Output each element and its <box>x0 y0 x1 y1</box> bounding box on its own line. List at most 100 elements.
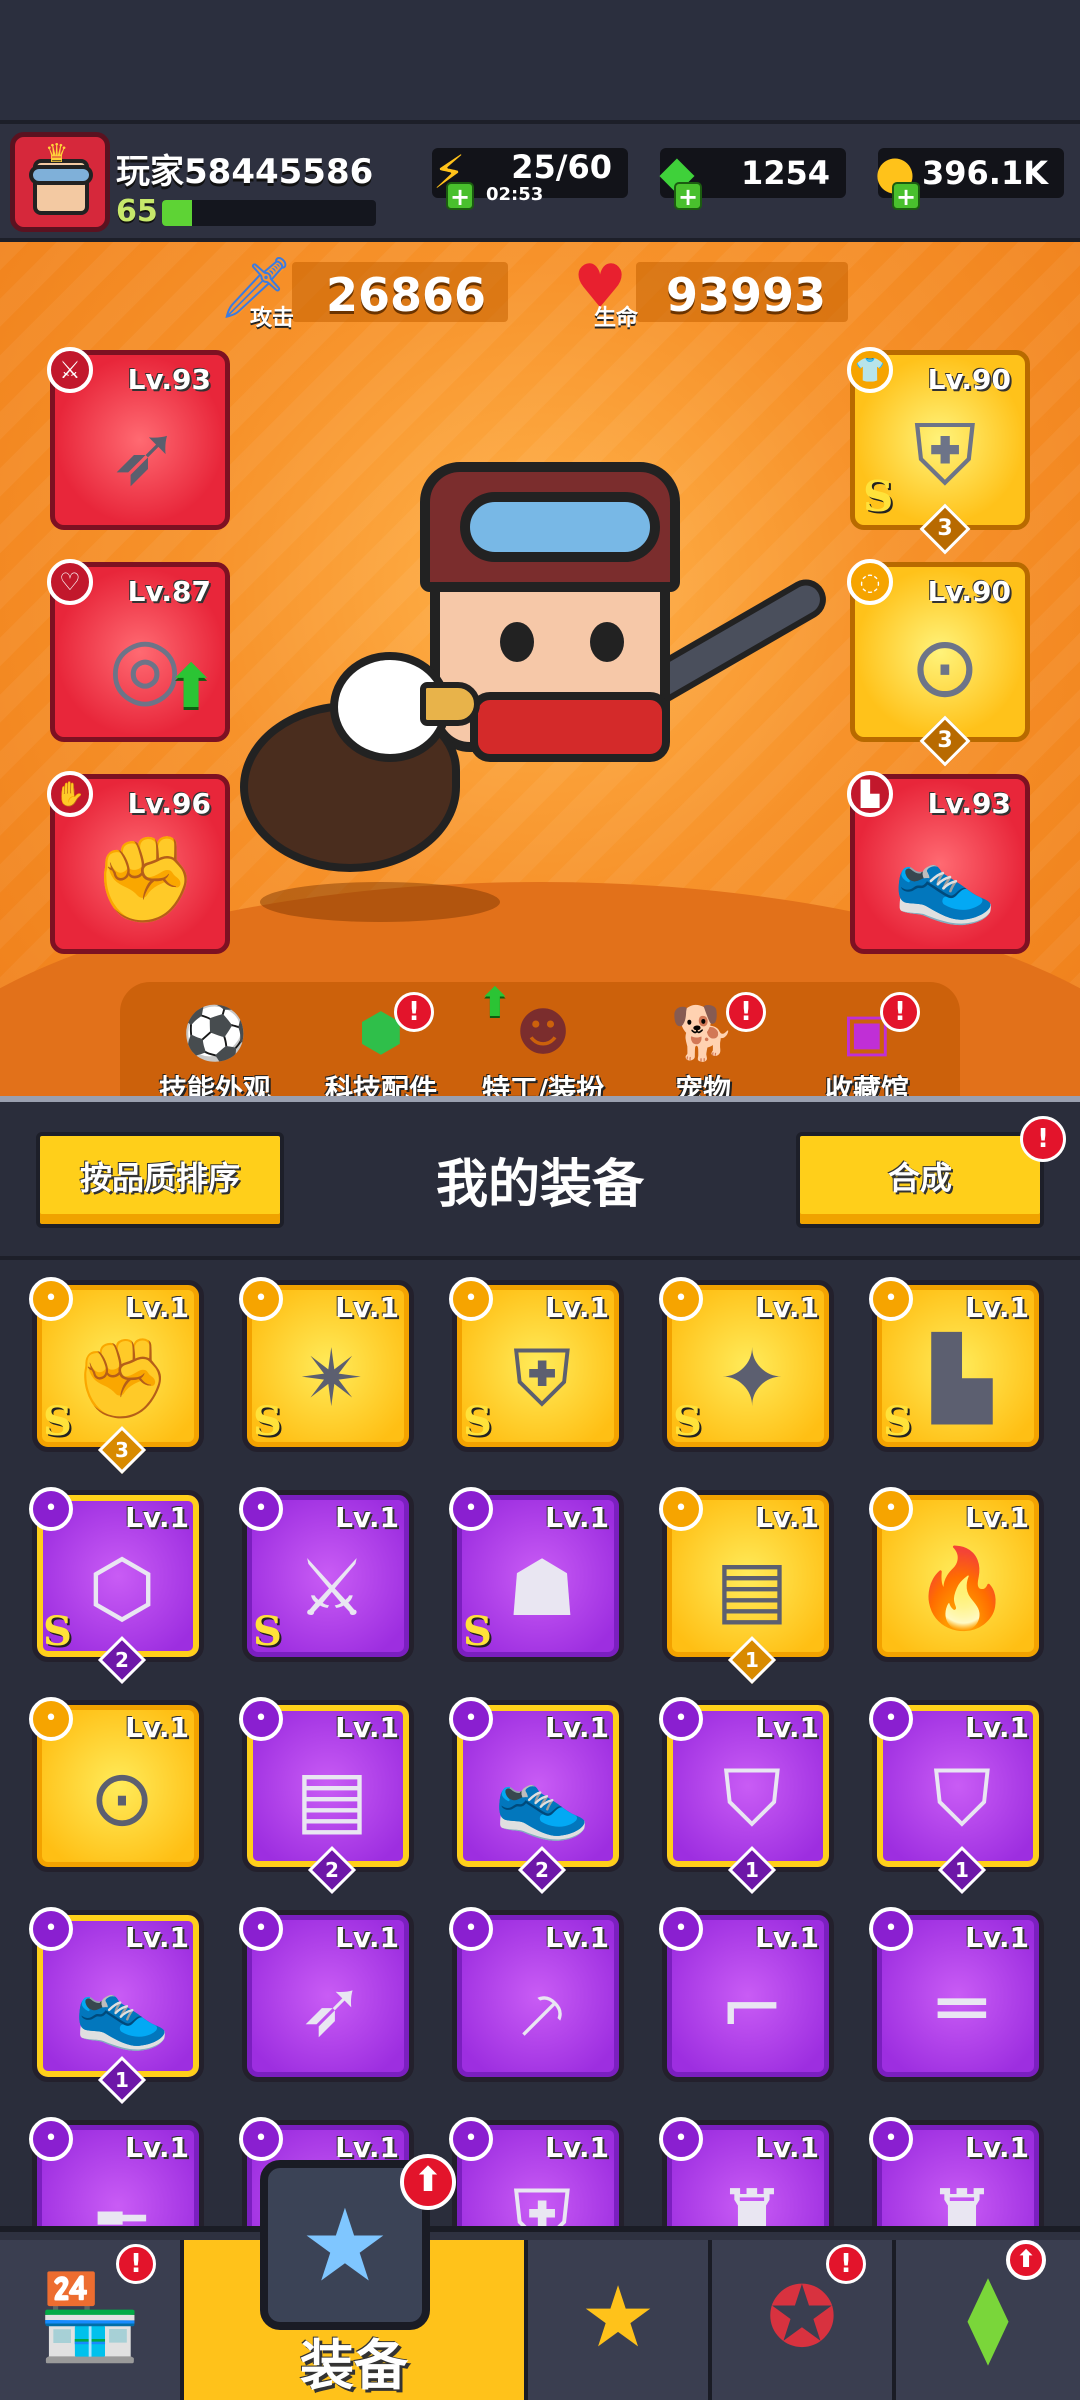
equipment-card[interactable]: • Lv.1 ⬡ S 2 <box>29 1487 204 1685</box>
kunai-icon: ➶ <box>109 406 181 504</box>
equipment-card[interactable]: • Lv.1 ✦ S <box>659 1277 834 1452</box>
add-coins-button[interactable]: + <box>892 182 920 210</box>
equipment-card[interactable]: • Lv.1 🔥 <box>869 1487 1044 1662</box>
equipment-card[interactable]: • Lv.1 ⚔ S <box>239 1487 414 1662</box>
equipped-belt-slot[interactable]: ◌ Lv.90 ⊙ 3 <box>847 559 1030 767</box>
equipment-card[interactable]: • Lv.1 ⊙ <box>29 1697 204 1872</box>
health-label: 生命 <box>594 306 639 331</box>
equipment-card[interactable]: • Lv.1 ⛉ 1 <box>659 1697 834 1895</box>
slot-type-icon: • <box>659 1697 703 1741</box>
grade-s-badge: S <box>43 1398 72 1445</box>
grade-s-badge: S <box>863 472 894 521</box>
torch-icon: 🔥 <box>913 1543 1011 1634</box>
alert-badge: ! <box>116 2244 156 2284</box>
equipment-card[interactable]: • Lv.1 ▤ 2 <box>239 1697 414 1895</box>
equipment-card[interactable]: • Lv.1 ✊ S 3 <box>29 1277 204 1475</box>
coins-value: 396.1K <box>921 154 1048 192</box>
grade-s-badge: S <box>463 1608 492 1655</box>
gauntlet-icon: ✊ <box>73 1333 171 1424</box>
equipment-card[interactable]: • Lv.1 ♜ <box>659 2117 834 2226</box>
shield-necklace-icon: ⛉ <box>722 1753 782 1844</box>
menu-collection[interactable]: ▣ 收藏馆 <box>782 998 952 1096</box>
gems-value: 1254 <box>740 154 830 192</box>
slot-type-icon: • <box>659 2117 703 2161</box>
bottom-nav: 🏪 装备 ★ ✪ ⧫ <box>0 2226 1080 2400</box>
spiked-armor-icon: ♜ <box>927 2174 997 2226</box>
player-avatar[interactable]: ♛ <box>10 132 110 232</box>
equipment-card[interactable]: •Lv.1⛨ <box>449 2117 624 2227</box>
nav-star-ball[interactable]: ✪ <box>712 2240 896 2400</box>
equipped-boots-slot[interactable]: ▙ Lv.93 👟 <box>847 771 1030 954</box>
merge-button[interactable]: 合成 <box>796 1132 1044 1228</box>
gems-counter[interactable]: ◆ + 1254 <box>659 145 846 210</box>
robot-armor-icon: ☗ <box>507 1544 577 1634</box>
equipment-panel-header: 按品质排序 我的装备 合成 ! <box>0 1096 1080 1256</box>
equipment-card[interactable]: • Lv.1 ▙ S <box>869 1277 1044 1452</box>
menu-tech-parts[interactable]: ⬢ 科技配件 <box>296 998 466 1096</box>
nav-battle[interactable]: ★ <box>528 2240 712 2400</box>
character-eye <box>590 622 624 662</box>
equipment-card[interactable]: • Lv.1 👟 2 <box>449 1697 624 1895</box>
grade-s-badge: S <box>253 1608 282 1655</box>
slot-type-icon: • <box>29 2117 73 2161</box>
sort-by-quality-button[interactable]: 按品质排序 <box>36 1132 284 1228</box>
skin-ball-icon: ⚽ <box>182 1003 248 1064</box>
equipment-card[interactable]: • Lv.1 ✴ S <box>239 1277 414 1452</box>
slot-type-icon: • <box>239 1907 283 1951</box>
alert-badge: ! <box>394 992 434 1032</box>
equipment-card[interactable]: • Lv.1 ♜ <box>869 2117 1044 2226</box>
menu-skill-skins[interactable]: ⚽ 技能外观 <box>130 998 300 1097</box>
menu-label: 宠物 <box>674 1073 731 1096</box>
attack-value: 26866 <box>325 268 486 322</box>
spiked-armor-icon: ♜ <box>717 2174 787 2226</box>
equipped-weapon-slot[interactable]: ⚔ Lv.93 ➶ <box>47 347 230 530</box>
equipment-card[interactable]: • Lv.1 ▤ 1 <box>659 1487 834 1685</box>
menu-label: 科技配件 <box>324 1073 437 1096</box>
coins-counter[interactable]: ● + 396.1K <box>875 145 1064 210</box>
add-energy-button[interactable]: + <box>446 182 474 210</box>
add-gems-button[interactable]: + <box>674 182 702 210</box>
equipment-card[interactable]: • Lv.1 ═ <box>869 1907 1044 2082</box>
equipped-glove-slot[interactable]: ✋ Lv.96 ✊ <box>47 771 230 954</box>
equipment-card[interactable]: • Lv.1 ⸕ <box>449 1907 624 2082</box>
character-shadow <box>260 882 500 922</box>
energy-value: 25/60 <box>511 148 612 186</box>
menu-label: 特工/装扮 <box>481 1073 605 1096</box>
star-blade-icon: ✴ <box>299 1334 365 1424</box>
grade-s-badge: S <box>463 1398 492 1445</box>
nav-shop[interactable]: 🏪 <box>0 2240 184 2400</box>
grade-s-badge: S <box>253 1398 282 1445</box>
equipment-card[interactable]: • Lv.1 ➶ <box>239 1907 414 2082</box>
slot-type-icon: • <box>449 1277 493 1321</box>
eagle-pet[interactable] <box>220 652 480 882</box>
player-level: 65 <box>116 194 158 229</box>
slot-type-icon: • <box>869 2117 913 2161</box>
equipment-card[interactable]: • Lv.1 ⛨ S <box>449 1277 624 1452</box>
player-name: 玩家58445586 <box>116 152 374 192</box>
energy-counter[interactable]: ⚡ + 25/60 02:53 <box>432 145 628 210</box>
equipped-armor-slot[interactable]: 👕 Lv.90 ⛨ S 3 <box>847 347 1030 555</box>
grade-s-badge: S <box>43 1608 72 1655</box>
star-belt-icon: ⊙ <box>89 1754 155 1844</box>
equipment-card[interactable]: • Lv.1 ☗ S <box>449 1487 624 1662</box>
equipment-title: 我的装备 <box>435 1155 644 1215</box>
slot-type-icon: • <box>29 1697 73 1741</box>
upgrade-arrow-icon: ⬆ <box>400 2154 456 2210</box>
sneaker-icon: 👟 <box>73 1963 171 2054</box>
sneaker-icon: 👟 <box>493 1753 591 1844</box>
equipment-card[interactable]: • Lv.1 ╾ <box>29 2117 204 2226</box>
star-necklace-icon: ✦ <box>719 1334 785 1424</box>
agent-icon: ☻ <box>515 1003 571 1063</box>
slot-type-icon: • <box>29 1277 73 1321</box>
equipped-level: Lv.96 <box>127 787 211 820</box>
machete-icon: ⸕ <box>512 1968 572 2058</box>
nav-evolution[interactable]: ⧫ <box>896 2240 1080 2400</box>
slot-type-icon: • <box>29 1907 73 1951</box>
equipment-card[interactable]: • Lv.1 ⛉ 1 <box>869 1697 1044 1895</box>
equipment-card[interactable]: • Lv.1 ⌐ <box>659 1907 834 2082</box>
armor-icon: ⛨ <box>512 2173 572 2227</box>
shotgun-icon: ═ <box>938 1964 986 2054</box>
star-belt-icon: ⊙ <box>909 618 981 716</box>
equipment-card[interactable]: • Lv.1 👟 1 <box>29 1907 204 2105</box>
upgrade-arrow-icon: ⬆ <box>166 652 217 722</box>
